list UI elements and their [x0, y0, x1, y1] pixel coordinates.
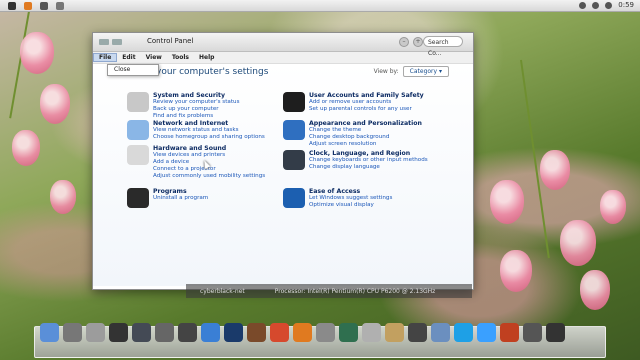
category-link[interactable]: Adjust commonly used mobility settings [153, 173, 265, 180]
volume-icon[interactable] [592, 1, 600, 9]
menu-bar: File Edit View Tools Help [93, 52, 473, 64]
ease-of-access-icon[interactable] [283, 188, 305, 208]
terminal-icon[interactable] [109, 323, 128, 342]
status-strip: cyberblack-net Processor: Intel(R) Penti… [186, 284, 472, 298]
category-link[interactable]: Set up parental controls for any user [309, 106, 424, 113]
view-by-label: View by: [373, 68, 399, 75]
category-title[interactable]: Clock, Language, and Region [309, 150, 428, 157]
category-link[interactable]: Find and fix problems [153, 113, 240, 120]
skype-icon[interactable] [454, 323, 473, 342]
clock[interactable]: 0:59 [618, 1, 634, 9]
window-icon[interactable] [40, 1, 48, 10]
video-icon[interactable] [224, 323, 243, 342]
file-menu-close[interactable]: Close [107, 64, 159, 76]
music-icon[interactable] [201, 323, 220, 342]
hardware-sound-icon[interactable] [127, 145, 149, 165]
view-by: View by: Category ▾ [374, 66, 449, 77]
category-link[interactable]: Change keyboards or other input methods [309, 157, 428, 164]
system-security-icon[interactable] [127, 92, 149, 112]
apple-icon[interactable] [8, 1, 16, 10]
printer-icon[interactable] [86, 323, 105, 342]
menu-help[interactable]: Help [194, 54, 219, 61]
category-link[interactable]: Change the theme [309, 127, 422, 134]
forward-icon[interactable] [112, 39, 122, 45]
wifi-icon[interactable] [605, 1, 613, 9]
menu-edit[interactable]: Edit [117, 54, 140, 61]
back-icon[interactable] [99, 39, 109, 45]
network-icon[interactable] [579, 1, 587, 9]
appearance-icon[interactable] [283, 120, 305, 140]
edit-icon[interactable] [362, 323, 381, 342]
content-area: Adjust your computer's settings View by:… [93, 64, 473, 286]
media-player-icon[interactable] [178, 323, 197, 342]
window-title: Control Panel [147, 37, 194, 45]
minimize-button[interactable]: – [399, 37, 409, 47]
folder-icon[interactable] [546, 323, 565, 342]
category-link[interactable]: Back up your computer [153, 106, 240, 113]
film-icon[interactable] [247, 323, 266, 342]
firefox-icon[interactable] [293, 323, 312, 342]
messenger-icon[interactable] [477, 323, 496, 342]
photos-icon[interactable] [339, 323, 358, 342]
category-title[interactable]: Hardware and Sound [153, 145, 265, 152]
network-icon[interactable] [127, 120, 149, 140]
folder-icon[interactable] [56, 1, 64, 10]
category-link[interactable]: Adjust screen resolution [309, 141, 422, 148]
category-link[interactable]: Add or remove user accounts [309, 99, 424, 106]
control-panel-window: Control Panel – + × Search Co... File Ed… [92, 32, 474, 290]
category-link[interactable]: Change display language [309, 164, 428, 171]
view-by-select[interactable]: Category ▾ [402, 66, 449, 77]
finder-icon[interactable] [40, 323, 59, 342]
picture-icon[interactable] [385, 323, 404, 342]
top-menubar: 0:59 [0, 0, 640, 12]
microphone-icon[interactable] [155, 323, 174, 342]
computer-icon[interactable] [63, 323, 82, 342]
category-title[interactable]: User Accounts and Family Safety [309, 92, 424, 99]
category-title[interactable]: Network and Internet [153, 120, 265, 127]
firefox-icon[interactable] [24, 1, 32, 10]
dashboard-icon[interactable] [132, 323, 151, 342]
category-link[interactable]: View network status and tasks [153, 127, 265, 134]
dock-icons [40, 323, 565, 342]
menu-file[interactable]: File [93, 53, 118, 62]
category-link[interactable]: Uninstall a program [153, 195, 208, 202]
user-accounts-icon[interactable] [283, 92, 305, 112]
title-bar[interactable]: Control Panel – + × Search Co... [93, 33, 473, 57]
settings-icon[interactable] [316, 323, 335, 342]
trash-icon[interactable] [523, 323, 542, 342]
chat-icon[interactable] [431, 323, 450, 342]
category-title[interactable]: Ease of Access [309, 188, 392, 195]
category-link[interactable]: Choose homegroup and sharing options [153, 134, 265, 141]
menu-view[interactable]: View [141, 54, 167, 61]
category-link[interactable]: Let Windows suggest settings [309, 195, 392, 202]
programs-icon[interactable] [127, 188, 149, 208]
category-title[interactable]: Programs [153, 188, 208, 195]
camera-icon[interactable] [408, 323, 427, 342]
processor-info: Processor: Intel(R) Pentium(R) CPU P6200… [274, 287, 436, 295]
compass-icon[interactable] [500, 323, 519, 342]
search-input[interactable]: Search Co... [423, 36, 463, 57]
category-title[interactable]: Appearance and Personalization [309, 120, 422, 127]
category-title[interactable]: System and Security [153, 92, 240, 99]
chrome-icon[interactable] [270, 323, 289, 342]
category-link[interactable]: Review your computer's status [153, 99, 240, 106]
category-link[interactable]: Connect to a projector [153, 166, 265, 173]
user-name: cyberblack-net [200, 287, 245, 295]
maximize-button[interactable]: + [413, 37, 423, 47]
clock-language-icon[interactable] [283, 150, 305, 170]
menu-tools[interactable]: Tools [167, 54, 194, 61]
category-link[interactable]: View devices and printers [153, 152, 265, 159]
category-link[interactable]: Optimize visual display [309, 202, 392, 209]
category-link[interactable]: Change desktop background [309, 134, 422, 141]
